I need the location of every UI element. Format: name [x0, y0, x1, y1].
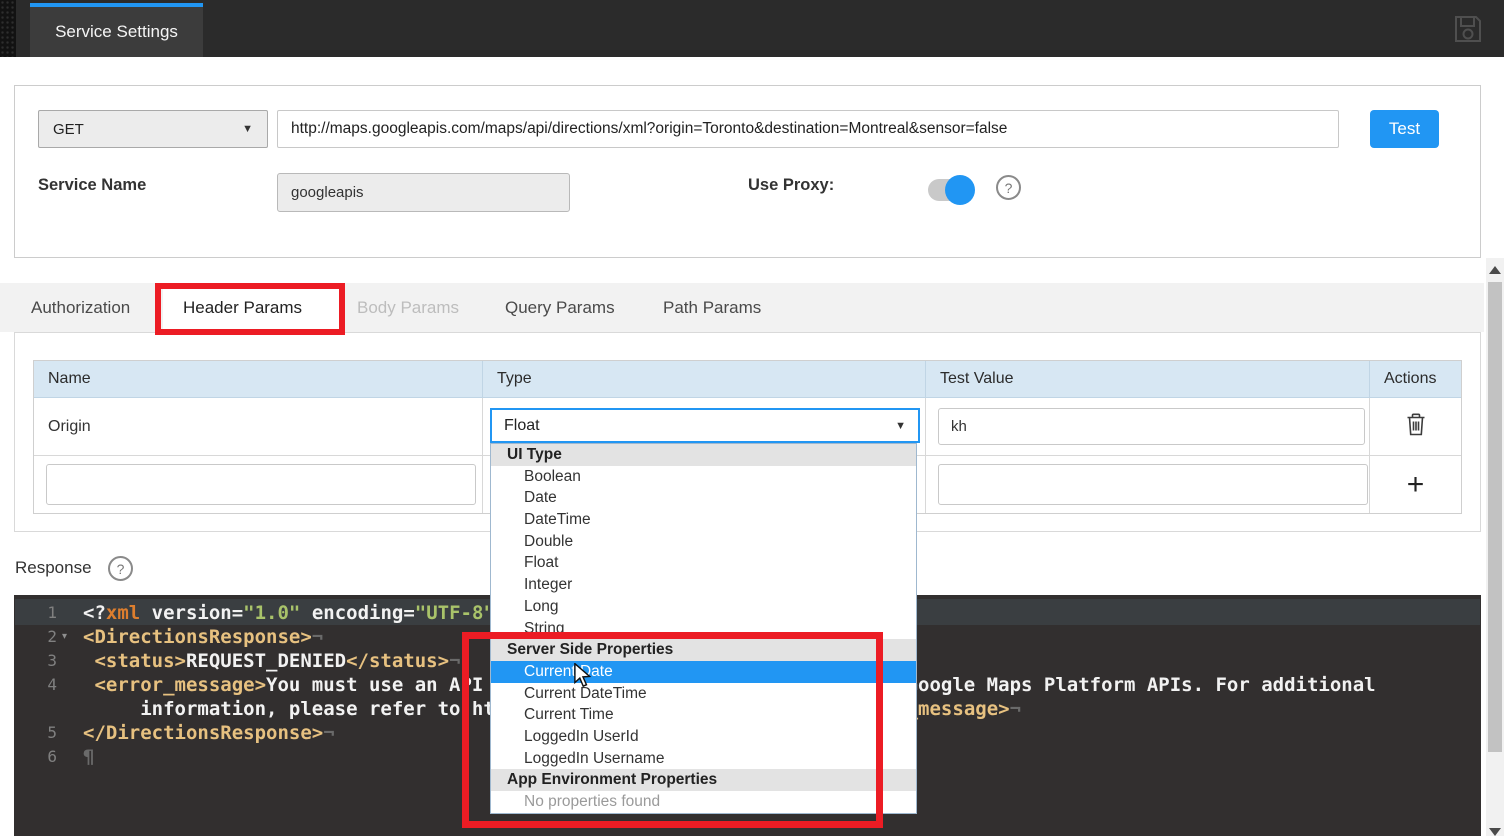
code-token: <error_message> [83, 674, 266, 696]
save-icon [1452, 13, 1484, 45]
new-param-actions-cell: + [1370, 456, 1461, 513]
column-header-actions: Actions [1370, 361, 1461, 398]
code-token: ¬ [449, 650, 460, 672]
table-row: Origin [34, 398, 483, 456]
dropdown-item-date[interactable]: Date [491, 487, 916, 509]
param-test-value-cell [926, 398, 1370, 456]
trash-icon [1406, 412, 1426, 436]
line-number: 4 [14, 673, 57, 697]
code-token: "1.0" [243, 602, 300, 624]
panel-drag-strip [0, 0, 16, 57]
service-name-label: Service Name [38, 176, 146, 195]
http-method-select[interactable]: GET ▼ [38, 110, 268, 148]
dropdown-item-current-datetime[interactable]: Current DateTime [491, 683, 916, 705]
code-line-3: <status>REQUEST_DENIED</status>¬ [83, 649, 461, 673]
dropdown-empty-message: No properties found [491, 791, 916, 813]
line-number: 2 [14, 625, 57, 649]
type-dropdown-list: UI Type Boolean Date DateTime Double Flo… [490, 443, 917, 814]
param-actions-cell [1370, 398, 1461, 456]
proxy-help-icon[interactable]: ? [996, 175, 1021, 200]
param-type-select[interactable]: Float ▼ [490, 408, 920, 443]
question-mark-icon: ? [1005, 180, 1013, 196]
chevron-down-icon: ▼ [242, 123, 253, 135]
dropdown-item-boolean[interactable]: Boolean [491, 466, 916, 488]
code-line-6: ¶ [83, 745, 94, 769]
code-token: <status> [83, 650, 186, 672]
save-button[interactable] [1452, 13, 1484, 45]
param-type-value: Float [504, 417, 540, 435]
dropdown-item-double[interactable]: Double [491, 531, 916, 553]
http-method-value: GET [53, 121, 84, 138]
code-token: ¶ [83, 746, 94, 768]
mouse-cursor [573, 663, 595, 694]
column-header-type: Type [483, 361, 926, 398]
dropdown-item-current-time[interactable]: Current Time [491, 704, 916, 726]
scrollbar-thumb[interactable] [1488, 282, 1502, 752]
code-token: "UTF-8" [415, 602, 495, 624]
response-help-icon[interactable]: ? [108, 556, 133, 581]
test-button[interactable]: Test [1370, 110, 1439, 148]
code-line-5: </DirectionsResponse>¬ [83, 721, 335, 745]
tab-authorization[interactable]: Authorization [31, 283, 130, 332]
service-name-input[interactable] [277, 173, 570, 212]
add-param-button[interactable]: + [1407, 468, 1425, 502]
code-token: </DirectionsResponse> [83, 722, 323, 744]
code-token: <? [83, 602, 106, 624]
top-bar: Service Settings [0, 0, 1504, 57]
scrollbar-up-arrow[interactable] [1489, 266, 1501, 274]
line-number: 5 [14, 721, 57, 745]
response-label: Response [15, 558, 92, 578]
question-mark-icon: ? [117, 561, 125, 577]
use-proxy-toggle[interactable] [928, 175, 980, 205]
scrollbar-down-arrow[interactable] [1489, 828, 1501, 836]
column-header-test-value: Test Value [926, 361, 1370, 398]
code-token: ¬ [323, 722, 334, 744]
delete-param-button[interactable] [1406, 412, 1426, 441]
tab-query-params[interactable]: Query Params [505, 283, 615, 332]
line-number: 1 [14, 601, 57, 625]
tab-path-params[interactable]: Path Params [663, 283, 761, 332]
code-token: xml [106, 602, 140, 624]
fold-arrow-icon[interactable]: ▾ [62, 625, 67, 649]
dropdown-item-loggedin-userid[interactable]: LoggedIn UserId [491, 726, 916, 748]
line-number: 6 [14, 745, 57, 769]
line-number: 3 [14, 649, 57, 673]
new-test-value-input[interactable] [938, 464, 1368, 505]
dropdown-group-server-side-properties: Server Side Properties [491, 639, 916, 661]
code-token: ¬ [312, 626, 323, 648]
dropdown-item-datetime[interactable]: DateTime [491, 509, 916, 531]
test-value-input[interactable] [938, 408, 1365, 445]
code-token: version= [140, 602, 243, 624]
code-token: REQUEST_DENIED [186, 650, 346, 672]
chevron-down-icon: ▼ [895, 420, 906, 432]
param-name-value: Origin [48, 418, 91, 436]
dropdown-item-float[interactable]: Float [491, 552, 916, 574]
tab-body-params[interactable]: Body Params [357, 283, 459, 332]
code-token: </status> [346, 650, 449, 672]
code-token: ¬ [1010, 698, 1021, 720]
toggle-thumb [945, 175, 975, 205]
dropdown-group-app-environment-properties: App Environment Properties [491, 769, 916, 791]
page-title: Service Settings [55, 22, 178, 42]
dropdown-item-long[interactable]: Long [491, 596, 916, 618]
tab-header-params[interactable]: Header Params [183, 283, 302, 332]
new-param-name-input[interactable] [46, 464, 476, 505]
dropdown-item-loggedin-username[interactable]: LoggedIn Username [491, 748, 916, 770]
code-token: <DirectionsResponse> [83, 626, 312, 648]
new-param-test-value-cell [926, 456, 1370, 513]
service-url-input[interactable] [277, 110, 1339, 148]
dropdown-item-current-date[interactable]: Current Date [491, 661, 916, 683]
tab-service-settings[interactable]: Service Settings [30, 3, 203, 57]
code-token: encoding= [300, 602, 414, 624]
table-row [34, 456, 483, 513]
dropdown-group-ui-type: UI Type [491, 444, 916, 466]
dropdown-item-string[interactable]: String [491, 618, 916, 640]
dropdown-item-integer[interactable]: Integer [491, 574, 916, 596]
use-proxy-label: Use Proxy: [748, 176, 834, 195]
column-header-name: Name [34, 361, 483, 398]
code-line-2: <DirectionsResponse>¬ [83, 625, 323, 649]
code-line-1: <?xml version="1.0" encoding="UTF-8"?> [83, 601, 518, 625]
